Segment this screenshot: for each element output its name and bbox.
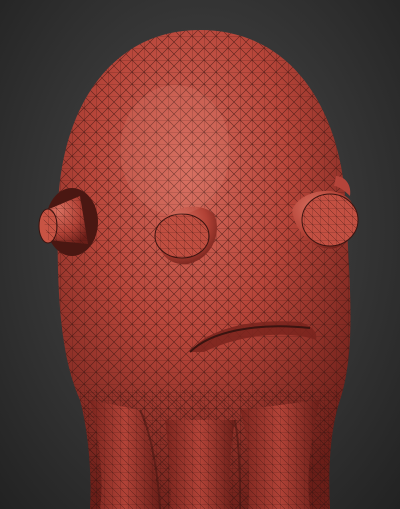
3d-viewport[interactable] — [0, 0, 400, 509]
viewport-canvas[interactable] — [0, 0, 400, 509]
creature-legs[interactable] — [80, 390, 340, 509]
left-eye-knob[interactable] — [38, 188, 98, 256]
specular-highlight — [120, 85, 230, 215]
